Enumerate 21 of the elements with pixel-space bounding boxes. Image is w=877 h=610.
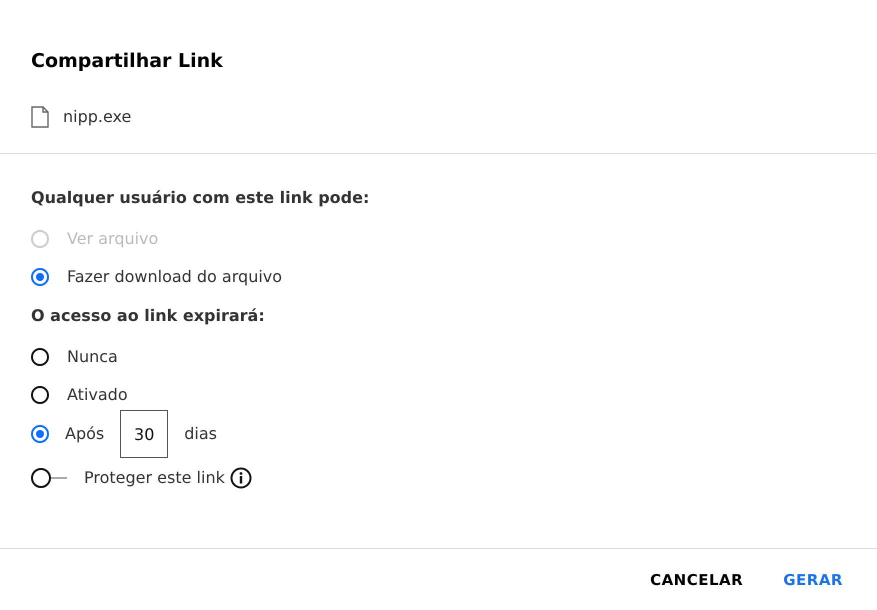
option-label: Após — [65, 423, 104, 445]
days-field[interactable]: 30 — [120, 410, 168, 458]
radio-button[interactable] — [31, 268, 49, 286]
section-heading: O acesso ao link expirará: — [31, 305, 266, 327]
option-label: Ativado — [67, 384, 128, 406]
toggle-label: Proteger este link — [84, 467, 225, 489]
option-label: Ver arquivo — [67, 228, 158, 250]
option-label: Nunca — [67, 346, 118, 368]
info-icon[interactable] — [230, 467, 252, 489]
file-icon — [31, 106, 49, 128]
option-label: Fazer download do arquivo — [67, 266, 282, 288]
radio-button[interactable] — [31, 425, 49, 443]
radio-button[interactable] — [31, 386, 49, 404]
toggle-switch[interactable] — [31, 468, 67, 488]
generate-button[interactable]: GERAR — [775, 565, 851, 596]
unit-label: dias — [184, 423, 217, 445]
dialog-title: Compartilhar Link — [31, 50, 224, 73]
section-heading: Qualquer usuário com este link pode: — [31, 187, 370, 209]
file-name: nipp.exe — [63, 106, 132, 128]
radio-button[interactable] — [31, 348, 49, 366]
cancel-button[interactable]: CANCELAR — [642, 565, 752, 596]
